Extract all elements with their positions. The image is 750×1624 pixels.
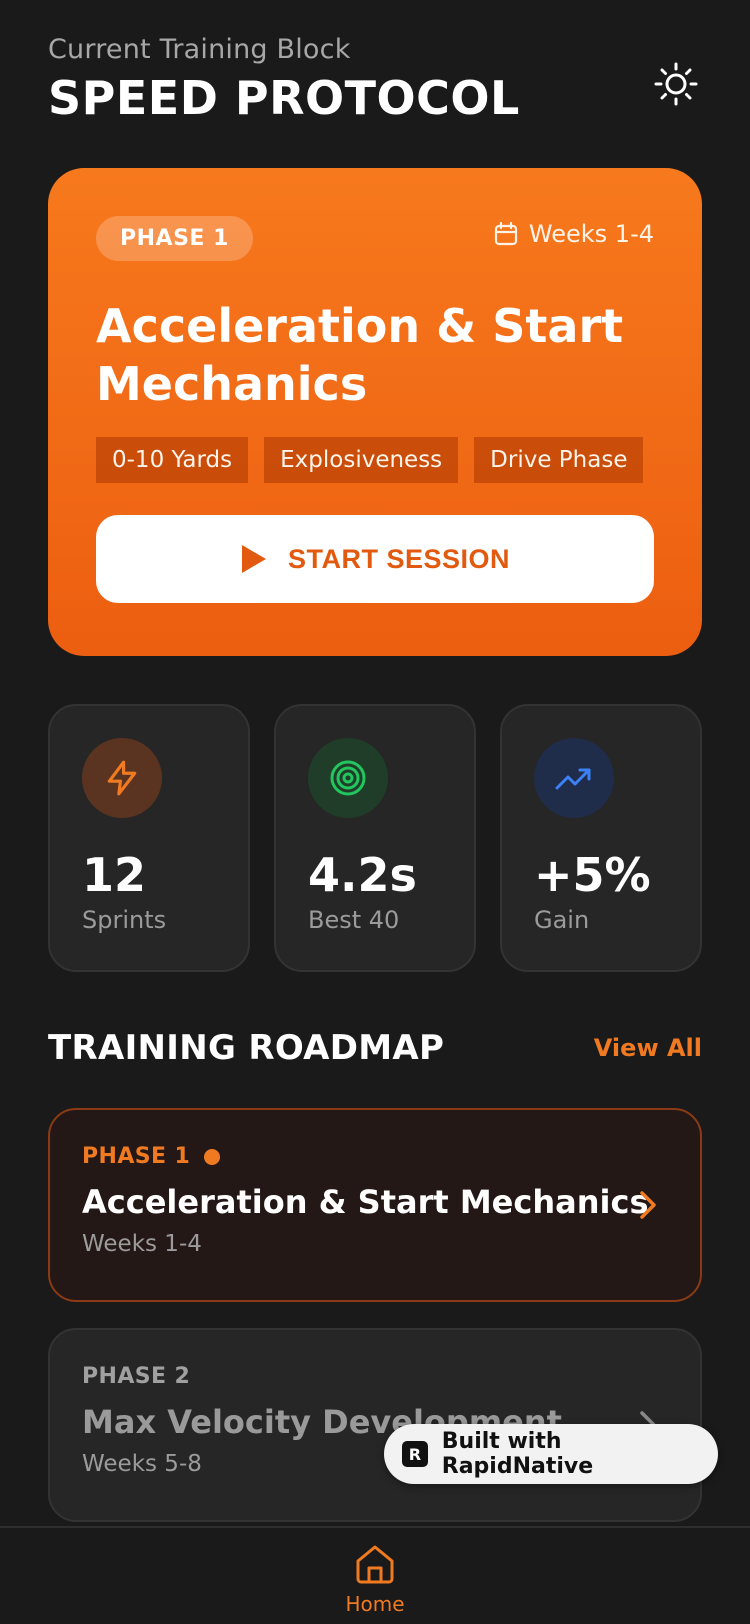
- tag: 0-10 Yards: [96, 437, 249, 483]
- rapidnative-logo-icon: R: [402, 1441, 428, 1467]
- calendar-icon: [494, 221, 518, 246]
- target-icon: [330, 760, 366, 796]
- current-phase-card: PHASE 1 Weeks 1-4 Acceleration & Start M…: [48, 168, 702, 656]
- phase-name: Acceleration & Start Mechanics: [82, 1183, 649, 1221]
- tag: Drive Phase: [474, 437, 644, 483]
- phase-title: Acceleration & Start Mechanics: [96, 299, 624, 411]
- trending-up-icon: [555, 768, 591, 790]
- tag: Explosiveness: [264, 437, 459, 483]
- stat-icon-wrap: [534, 738, 614, 818]
- header: Current Training Block SPEED PROTOCOL: [48, 34, 702, 125]
- roadmap-phase-card[interactable]: PHASE 1 Acceleration & Start Mechanics W…: [48, 1108, 702, 1302]
- sun-icon: [654, 62, 698, 106]
- nav-item-home[interactable]: Home: [340, 1542, 410, 1616]
- stat-value: +5%: [534, 848, 651, 902]
- home-icon: [356, 1545, 394, 1584]
- phase-label-text: PHASE 1: [82, 1144, 191, 1169]
- built-with-badge[interactable]: R Built with RapidNative: [384, 1424, 718, 1484]
- stats-row: 12 Sprints 4.2s Best 40 +5% Gain: [48, 704, 702, 972]
- badge-text: Built with RapidNative: [441, 1429, 594, 1479]
- stat-value: 4.2s: [308, 848, 417, 902]
- stat-label: Best 40: [308, 906, 400, 934]
- phase-weeks: Weeks 1-4: [82, 1231, 202, 1257]
- stat-label: Sprints: [82, 906, 167, 934]
- app-screen: Current Training Block SPEED PROTOCOL PH…: [0, 0, 750, 1624]
- stat-card-sprints[interactable]: 12 Sprints: [48, 704, 250, 972]
- bottom-nav: Home: [0, 1526, 750, 1624]
- theme-toggle-button[interactable]: [650, 58, 702, 110]
- phase-label: PHASE 1: [82, 1144, 668, 1169]
- stat-icon-wrap: [82, 738, 162, 818]
- phase-pill: PHASE 1: [96, 216, 253, 261]
- roadmap-title: TRAINING ROADMAP: [48, 1028, 445, 1068]
- roadmap-header: TRAINING ROADMAP View All: [48, 1028, 702, 1068]
- phase-label-text: PHASE 2: [82, 1364, 191, 1389]
- stat-card-best-40[interactable]: 4.2s Best 40: [274, 704, 476, 972]
- stat-label: Gain: [534, 906, 590, 934]
- weeks-range: Weeks 1-4: [493, 220, 654, 248]
- stat-value: 12: [82, 848, 147, 902]
- phase-label: PHASE 2: [82, 1364, 668, 1389]
- lightning-icon: [107, 760, 137, 796]
- tag-list: 0-10 Yards Explosiveness Drive Phase: [96, 437, 654, 483]
- start-session-label: START SESSION: [287, 543, 511, 574]
- start-session-button[interactable]: START SESSION: [96, 515, 654, 603]
- page-title: SPEED PROTOCOL: [48, 71, 520, 125]
- header-subtitle: Current Training Block: [48, 34, 351, 65]
- stat-card-gain[interactable]: +5% Gain: [500, 704, 702, 972]
- play-icon: [241, 545, 266, 573]
- stat-icon-wrap: [308, 738, 388, 818]
- view-all-link[interactable]: View All: [594, 1034, 702, 1062]
- chevron-right-icon: [640, 1191, 656, 1219]
- weeks-text: Weeks 1-4: [528, 220, 654, 248]
- nav-home-label: Home: [345, 1592, 405, 1616]
- active-dot: [204, 1148, 221, 1165]
